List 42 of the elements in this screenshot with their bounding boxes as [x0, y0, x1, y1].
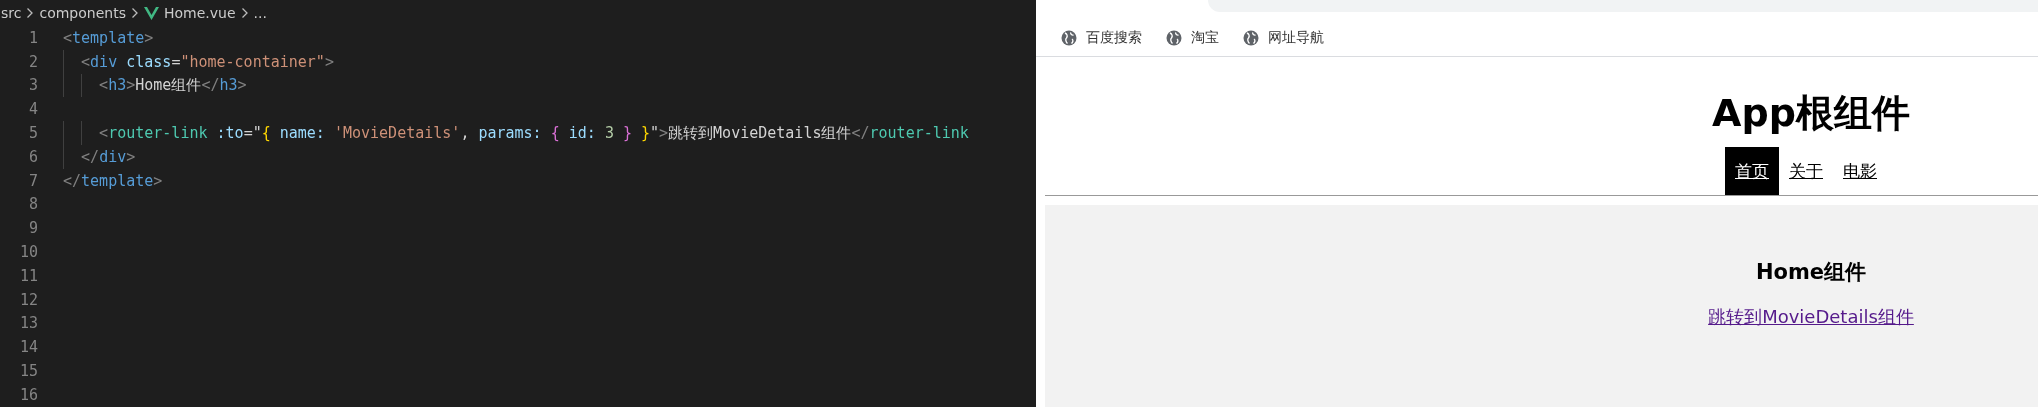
- breadcrumb-item[interactable]: Home.vue: [163, 5, 236, 21]
- breadcrumb-more[interactable]: ...: [253, 5, 267, 21]
- chevron-icon: [26, 7, 35, 19]
- line-number: 10: [18, 243, 38, 262]
- line-number: 9: [27, 219, 38, 238]
- line-number: 16: [18, 385, 38, 404]
- breadcrumb-item[interactable]: src: [1, 5, 22, 21]
- code-line: </template>: [63, 171, 163, 190]
- code-line: <router-link :to="{ name: 'MovieDetails', params: { id: 3 } }">跳转到MovieDetails组件</router-link: [98, 123, 969, 143]
- line-number: 4: [27, 100, 38, 119]
- bookmark-link[interactable]: 淘宝: [1191, 29, 1219, 47]
- line-number: 1: [27, 28, 38, 47]
- line-number: 2: [27, 52, 38, 71]
- page-title: App根组件: [1712, 90, 1910, 137]
- bookmark-link[interactable]: 网址导航: [1268, 29, 1324, 47]
- line-number: 8: [27, 195, 38, 214]
- v-shape-icon: [143, 6, 159, 20]
- line-number: 5: [27, 124, 38, 143]
- code-line: <template>: [63, 28, 154, 47]
- line-number: 3: [27, 76, 38, 95]
- line-number: 11: [18, 266, 38, 285]
- nav-tab[interactable]: 电影: [1833, 147, 1887, 195]
- nav-tab[interactable]: 首页: [1725, 147, 1779, 195]
- globe-icon: [1243, 30, 1259, 46]
- line-number: 15: [18, 362, 38, 381]
- line-number: 14: [18, 338, 38, 357]
- globe-icon: [1061, 30, 1077, 46]
- code-line: <div class="home-container">: [80, 52, 334, 71]
- line-number: 6: [27, 147, 38, 166]
- line-number: 12: [18, 290, 38, 309]
- details-link[interactable]: 跳转到MovieDetails组件: [1708, 304, 1914, 330]
- line-number: 13: [18, 314, 38, 333]
- breadcrumb-item[interactable]: components: [39, 5, 126, 21]
- code-line: <h3>Home组件</h3>: [98, 76, 247, 95]
- bookmark-link[interactable]: 百度搜索: [1086, 29, 1142, 47]
- code-line: </div>: [80, 147, 136, 166]
- chevron-icon: [240, 7, 249, 19]
- nav-tab[interactable]: 关于: [1779, 147, 1833, 195]
- section-heading: Home组件: [1755, 259, 1867, 286]
- globe-icon: [1166, 30, 1182, 46]
- line-number: 7: [27, 171, 38, 190]
- chevron-icon: [130, 7, 139, 19]
